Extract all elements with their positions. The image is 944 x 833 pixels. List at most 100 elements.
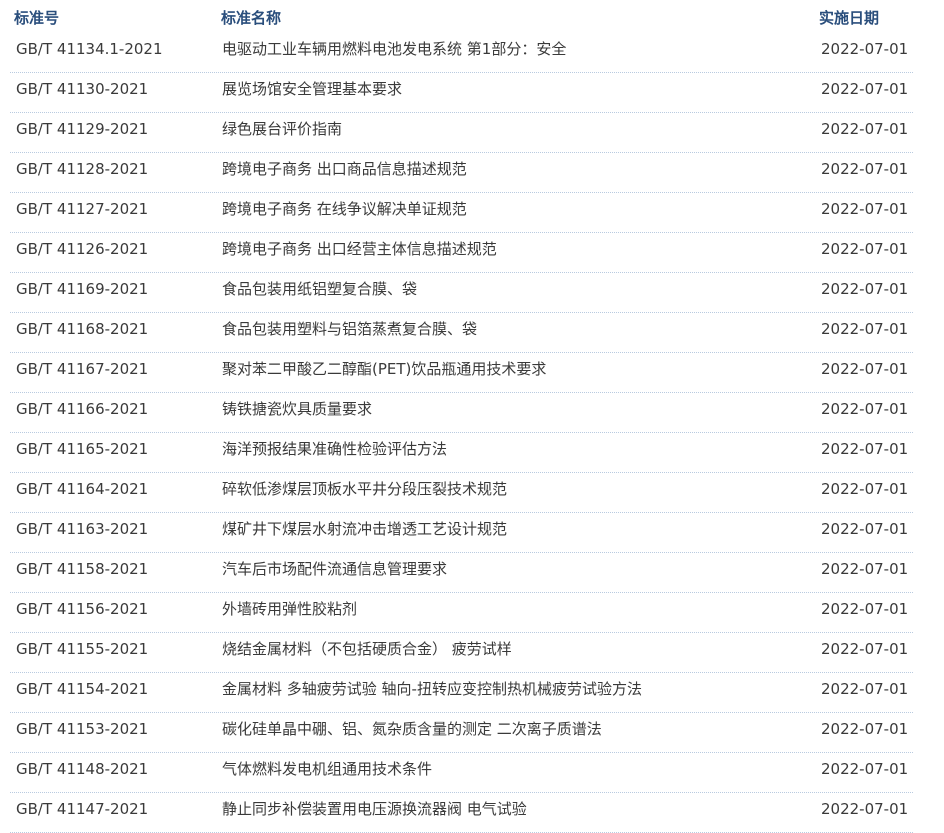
standard-code-link[interactable]: GB/T 41148-2021	[16, 760, 148, 778]
standard-code[interactable]: GB/T 41164-2021	[16, 479, 148, 499]
standard-code-link[interactable]: GB/T 41167-2021	[16, 360, 148, 378]
standard-code-link[interactable]: GB/T 41158-2021	[16, 560, 148, 578]
standard-name[interactable]: 海洋预报结果准确性检验评估方法	[222, 439, 447, 459]
standard-code-link[interactable]: GB/T 41165-2021	[16, 440, 148, 458]
standard-name[interactable]: 烧结金属材料（不包括硬质合金） 疲劳试样	[222, 639, 512, 659]
table-row[interactable]: GB/T 41147-2021 静止同步补偿装置用电压源换流器阀 电气试验 2022…	[10, 793, 913, 833]
standard-name[interactable]: 跨境电子商务 出口商品信息描述规范	[222, 159, 467, 179]
standard-code[interactable]: GB/T 41127-2021	[16, 199, 148, 219]
standard-code-link[interactable]: GB/T 41164-2021	[16, 480, 148, 498]
standard-code-link[interactable]: GB/T 41163-2021	[16, 520, 148, 538]
standard-code[interactable]: GB/T 41168-2021	[16, 319, 148, 339]
standard-name[interactable]: 聚对苯二甲酸乙二醇酯(PET)饮品瓶通用技术要求	[222, 359, 546, 379]
standard-code[interactable]: GB/T 41154-2021	[16, 679, 148, 699]
standard-name[interactable]: 跨境电子商务 在线争议解决单证规范	[222, 199, 467, 219]
standard-name-link[interactable]: 铸铁搪瓷炊具质量要求	[222, 400, 372, 418]
table-row[interactable]: GB/T 41156-2021 外墙砖用弹性胶粘剂 2022-07-01	[10, 593, 913, 633]
standard-code[interactable]: GB/T 41147-2021	[16, 799, 148, 819]
standard-code[interactable]: GB/T 41148-2021	[16, 759, 148, 779]
standard-code[interactable]: GB/T 41128-2021	[16, 159, 148, 179]
standard-code[interactable]: GB/T 41158-2021	[16, 559, 148, 579]
table-row[interactable]: GB/T 41166-2021 铸铁搪瓷炊具质量要求 2022-07-01	[10, 393, 913, 433]
standard-name-link[interactable]: 展览场馆安全管理基本要求	[222, 80, 402, 98]
table-row[interactable]: GB/T 41129-2021 绿色展台评价指南 2022-07-01	[10, 113, 913, 153]
standard-code[interactable]: GB/T 41163-2021	[16, 519, 148, 539]
table-row[interactable]: GB/T 41163-2021 煤矿井下煤层水射流冲击增透工艺设计规范 2022-0…	[10, 513, 913, 553]
standard-code-link[interactable]: GB/T 41166-2021	[16, 400, 148, 418]
table-row[interactable]: GB/T 41126-2021 跨境电子商务 出口经营主体信息描述规范 2022-0…	[10, 233, 913, 273]
standard-name-link[interactable]: 碎软低渗煤层顶板水平井分段压裂技术规范	[222, 480, 507, 498]
table-row[interactable]: GB/T 41158-2021 汽车后市场配件流通信息管理要求 2022-07-01	[10, 553, 913, 593]
table-row[interactable]: GB/T 41134.1-2021 电驱动工业车辆用燃料电池发电系统 第1部分：安…	[10, 33, 913, 73]
table-row[interactable]: GB/T 41155-2021 烧结金属材料（不包括硬质合金） 疲劳试样 2022-…	[10, 633, 913, 673]
standard-name-link[interactable]: 聚对苯二甲酸乙二醇酯(PET)饮品瓶通用技术要求	[222, 360, 546, 378]
standard-code[interactable]: GB/T 41167-2021	[16, 359, 148, 379]
standard-code[interactable]: GB/T 41165-2021	[16, 439, 148, 459]
standard-code-link[interactable]: GB/T 41134.1-2021	[16, 40, 163, 58]
standard-code-link[interactable]: GB/T 41147-2021	[16, 800, 148, 818]
standard-code-link[interactable]: GB/T 41169-2021	[16, 280, 148, 298]
standard-name-link[interactable]: 绿色展台评价指南	[222, 120, 342, 138]
standard-name-link[interactable]: 电驱动工业车辆用燃料电池发电系统 第1部分：安全	[222, 40, 566, 58]
standard-name-link[interactable]: 气体燃料发电机组通用技术条件	[222, 760, 432, 778]
standard-name[interactable]: 食品包装用塑料与铝箔蒸煮复合膜、袋	[222, 319, 477, 339]
standard-code-link[interactable]: GB/T 41153-2021	[16, 720, 148, 738]
standard-name-link[interactable]: 烧结金属材料（不包括硬质合金） 疲劳试样	[222, 640, 512, 658]
standard-code[interactable]: GB/T 41130-2021	[16, 79, 148, 99]
standard-code[interactable]: GB/T 41169-2021	[16, 279, 148, 299]
standard-code-link[interactable]: GB/T 41168-2021	[16, 320, 148, 338]
standard-code-link[interactable]: GB/T 41127-2021	[16, 200, 148, 218]
table-row[interactable]: GB/T 41165-2021 海洋预报结果准确性检验评估方法 2022-07-01	[10, 433, 913, 473]
table-row[interactable]: GB/T 41130-2021 展览场馆安全管理基本要求 2022-07-01	[10, 73, 913, 113]
standard-code[interactable]: GB/T 41129-2021	[16, 119, 148, 139]
standard-code-link[interactable]: GB/T 41128-2021	[16, 160, 148, 178]
table-row[interactable]: GB/T 41127-2021 跨境电子商务 在线争议解决单证规范 2022-07-…	[10, 193, 913, 233]
standard-name-link[interactable]: 金属材料 多轴疲劳试验 轴向-扭转应变控制热机械疲劳试验方法	[222, 680, 642, 698]
standard-name[interactable]: 碳化硅单晶中硼、铝、氮杂质含量的测定 二次离子质谱法	[222, 719, 602, 739]
table-row[interactable]: GB/T 41153-2021 碳化硅单晶中硼、铝、氮杂质含量的测定 二次离子质谱…	[10, 713, 913, 753]
table-row[interactable]: GB/T 41164-2021 碎软低渗煤层顶板水平井分段压裂技术规范 2022-0…	[10, 473, 913, 513]
standard-code[interactable]: GB/T 41134.1-2021	[16, 39, 163, 59]
standard-name-link[interactable]: 跨境电子商务 出口商品信息描述规范	[222, 160, 467, 178]
standard-code[interactable]: GB/T 41155-2021	[16, 639, 148, 659]
standard-name-link[interactable]: 海洋预报结果准确性检验评估方法	[222, 440, 447, 458]
standard-name-link[interactable]: 静止同步补偿装置用电压源换流器阀 电气试验	[222, 800, 527, 818]
table-row[interactable]: GB/T 41167-2021 聚对苯二甲酸乙二醇酯(PET)饮品瓶通用技术要求 2…	[10, 353, 913, 393]
standard-code[interactable]: GB/T 41126-2021	[16, 239, 148, 259]
standard-name-link[interactable]: 外墙砖用弹性胶粘剂	[222, 600, 357, 618]
standard-name[interactable]: 展览场馆安全管理基本要求	[222, 79, 402, 99]
standard-name-link[interactable]: 汽车后市场配件流通信息管理要求	[222, 560, 447, 578]
standard-code-link[interactable]: GB/T 41154-2021	[16, 680, 148, 698]
standard-name[interactable]: 食品包装用纸铝塑复合膜、袋	[222, 279, 417, 299]
standard-name[interactable]: 煤矿井下煤层水射流冲击增透工艺设计规范	[222, 519, 507, 539]
standard-name-link[interactable]: 煤矿井下煤层水射流冲击增透工艺设计规范	[222, 520, 507, 538]
standard-name-link[interactable]: 跨境电子商务 出口经营主体信息描述规范	[222, 240, 497, 258]
standard-name[interactable]: 碎软低渗煤层顶板水平井分段压裂技术规范	[222, 479, 507, 499]
standard-name[interactable]: 绿色展台评价指南	[222, 119, 342, 139]
standard-code-link[interactable]: GB/T 41126-2021	[16, 240, 148, 258]
standard-name-link[interactable]: 食品包装用纸铝塑复合膜、袋	[222, 280, 417, 298]
standard-name-link[interactable]: 跨境电子商务 在线争议解决单证规范	[222, 200, 467, 218]
standard-code[interactable]: GB/T 41156-2021	[16, 599, 148, 619]
standard-code-link[interactable]: GB/T 41155-2021	[16, 640, 148, 658]
standard-name[interactable]: 气体燃料发电机组通用技术条件	[222, 759, 432, 779]
standard-code[interactable]: GB/T 41153-2021	[16, 719, 148, 739]
standard-name[interactable]: 汽车后市场配件流通信息管理要求	[222, 559, 447, 579]
standard-code[interactable]: GB/T 41166-2021	[16, 399, 148, 419]
standard-name[interactable]: 跨境电子商务 出口经营主体信息描述规范	[222, 239, 497, 259]
standard-name[interactable]: 静止同步补偿装置用电压源换流器阀 电气试验	[222, 799, 527, 819]
table-row[interactable]: GB/T 41128-2021 跨境电子商务 出口商品信息描述规范 2022-07-…	[10, 153, 913, 193]
standard-name[interactable]: 铸铁搪瓷炊具质量要求	[222, 399, 372, 419]
standard-name-link[interactable]: 食品包装用塑料与铝箔蒸煮复合膜、袋	[222, 320, 477, 338]
standard-name[interactable]: 金属材料 多轴疲劳试验 轴向-扭转应变控制热机械疲劳试验方法	[222, 679, 642, 699]
standard-code-link[interactable]: GB/T 41156-2021	[16, 600, 148, 618]
table-row[interactable]: GB/T 41168-2021 食品包装用塑料与铝箔蒸煮复合膜、袋 2022-07-…	[10, 313, 913, 353]
table-row[interactable]: GB/T 41169-2021 食品包装用纸铝塑复合膜、袋 2022-07-01	[10, 273, 913, 313]
standard-name[interactable]: 电驱动工业车辆用燃料电池发电系统 第1部分：安全	[222, 39, 566, 59]
table-row[interactable]: GB/T 41154-2021 金属材料 多轴疲劳试验 轴向-扭转应变控制热机械疲…	[10, 673, 913, 713]
standard-code-link[interactable]: GB/T 41130-2021	[16, 80, 148, 98]
standard-name[interactable]: 外墙砖用弹性胶粘剂	[222, 599, 357, 619]
standard-code-link[interactable]: GB/T 41129-2021	[16, 120, 148, 138]
table-row[interactable]: GB/T 41148-2021 气体燃料发电机组通用技术条件 2022-07-01	[10, 753, 913, 793]
standard-name-link[interactable]: 碳化硅单晶中硼、铝、氮杂质含量的测定 二次离子质谱法	[222, 720, 602, 738]
